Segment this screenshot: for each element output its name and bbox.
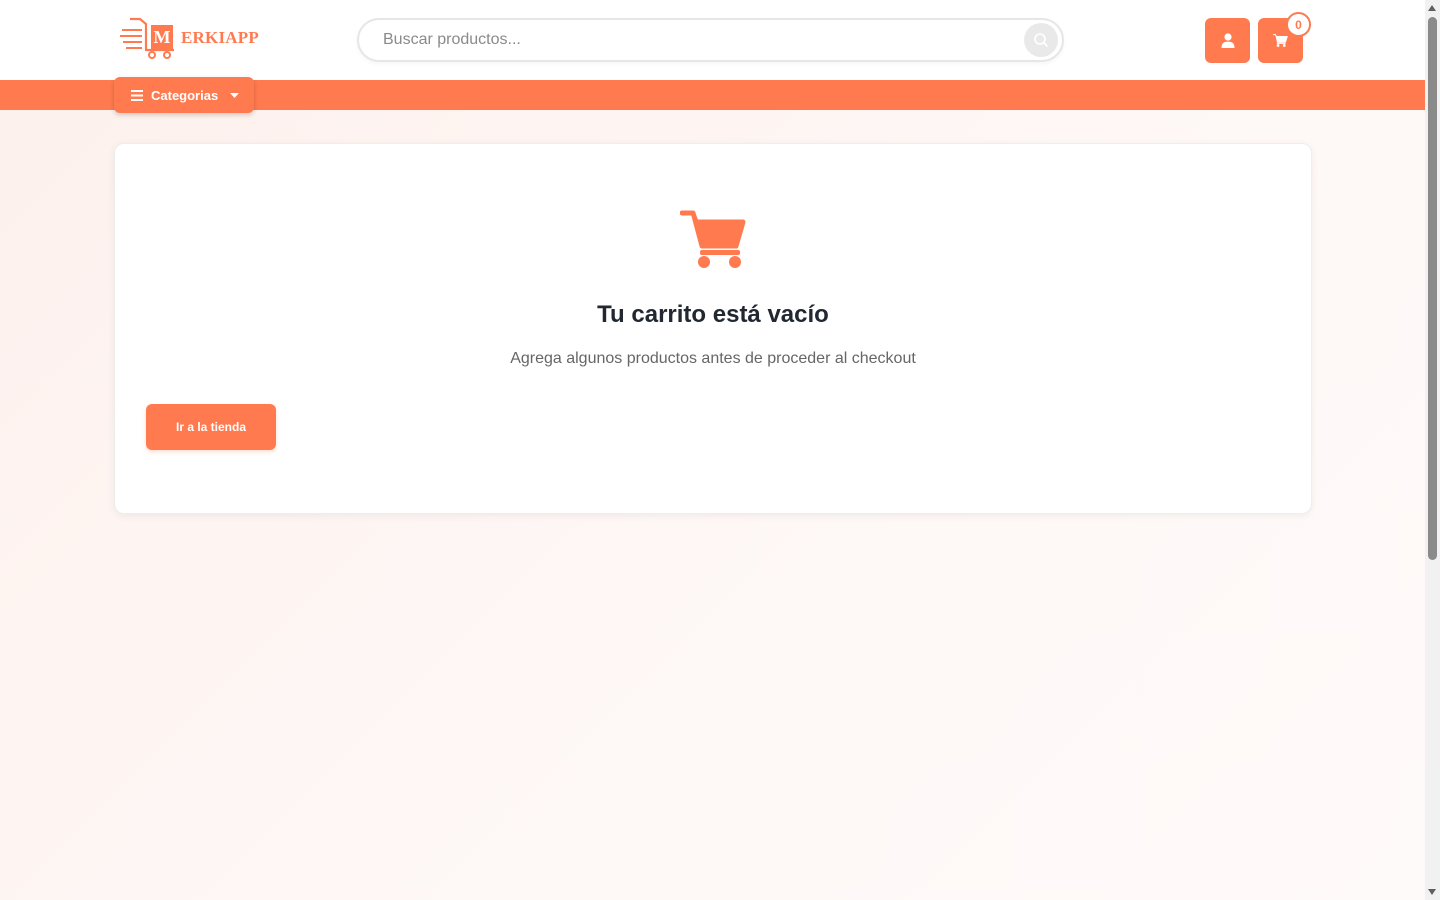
- caret-down-icon: [230, 92, 240, 98]
- user-icon: [1221, 33, 1234, 48]
- empty-cart-card: Tu carrito está vacío Agrega algunos pro…: [114, 143, 1312, 514]
- cart-count-badge: 0: [1286, 12, 1311, 37]
- scrollbar-thumb[interactable]: [1428, 17, 1437, 560]
- empty-cart-subtitle: Agrega algunos productos antes de proced…: [510, 350, 916, 367]
- top-header: M ERKIAPP 0: [0, 0, 1425, 80]
- cart-icon: [1273, 34, 1288, 47]
- logo-letter: M: [151, 25, 173, 49]
- empty-cart-title: Tu carrito está vacío: [597, 301, 829, 328]
- search-button[interactable]: [1024, 23, 1058, 57]
- logo-wordmark: ERKIAPP: [181, 28, 259, 47]
- menu-icon: [131, 89, 143, 101]
- go-to-store-button[interactable]: Ir a la tienda: [146, 404, 276, 450]
- search-bar: [357, 18, 1064, 62]
- categories-label: Categorias: [151, 87, 219, 103]
- categories-dropdown-button[interactable]: Categorias: [114, 77, 254, 113]
- page-scrollbar[interactable]: [1425, 0, 1440, 900]
- search-input[interactable]: [383, 29, 1003, 51]
- empty-cart-icon: [680, 210, 746, 268]
- account-button[interactable]: [1205, 18, 1250, 63]
- scroll-down-arrow-icon[interactable]: [1428, 889, 1436, 895]
- search-icon: [1034, 33, 1049, 48]
- scroll-up-arrow-icon[interactable]: [1428, 5, 1436, 11]
- merkiapp-logo[interactable]: M ERKIAPP: [120, 16, 260, 60]
